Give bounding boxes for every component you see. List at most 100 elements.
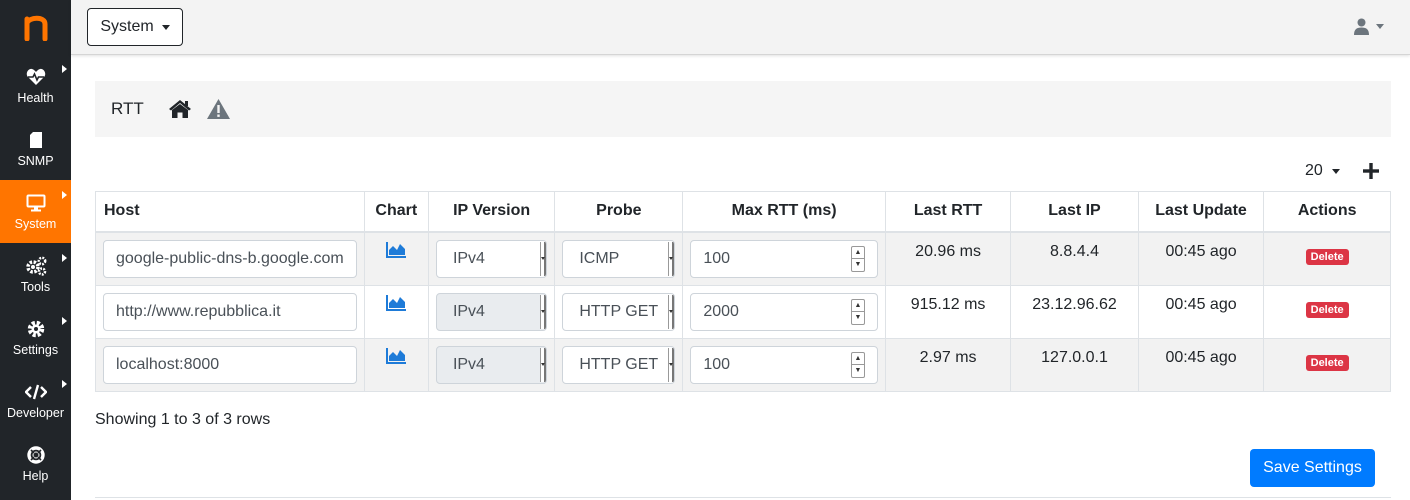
- host-cell: http://www.repubblica.it: [95, 284, 365, 339]
- max-rtt-cell: 2000 ▲ ▼: [682, 284, 886, 339]
- cogs-icon: [25, 255, 47, 277]
- ntopng-logo[interactable]: [0, 0, 71, 54]
- spin-down-icon[interactable]: ▼: [851, 311, 864, 324]
- rtt-hosts-table: Host Chart IP Version Probe Max RTT (ms)…: [95, 191, 1391, 392]
- probe-value: ICMP: [579, 249, 620, 267]
- sidebar-item-tools[interactable]: Tools: [0, 243, 71, 306]
- number-spinner[interactable]: ▲ ▼: [850, 298, 865, 325]
- last-update-cell: 00:45 ago: [1137, 284, 1265, 339]
- number-spinner[interactable]: ▲ ▼: [850, 245, 865, 272]
- last-update-cell: 00:45 ago: [1137, 337, 1265, 392]
- select-arrow-icon: [540, 241, 547, 276]
- number-spinner[interactable]: ▲ ▼: [850, 351, 865, 378]
- ip-version-select: IPv4: [435, 345, 548, 384]
- spin-up-icon[interactable]: ▲: [852, 247, 864, 259]
- ip-version-cell: IPv4: [427, 284, 556, 339]
- column-header-last-ip[interactable]: Last IP: [1010, 191, 1139, 233]
- last-update-cell: 00:45 ago: [1137, 231, 1265, 286]
- table-row: google-public-dns-b.google.com IPv4 ICMP…: [95, 231, 1391, 286]
- max-rtt-value: 100: [703, 355, 731, 373]
- code-icon: [24, 381, 47, 403]
- column-header-actions: Actions: [1263, 191, 1391, 233]
- page-size-dropdown[interactable]: 20: [1305, 162, 1340, 180]
- home-icon[interactable]: [168, 99, 192, 119]
- table-row: localhost:8000 IPv4 HTTP GET 100 ▲ ▼ 2.97 …: [95, 337, 1391, 392]
- column-header-host[interactable]: Host: [95, 191, 365, 233]
- probe-cell: ICMP: [554, 231, 684, 286]
- divider: [95, 497, 1391, 498]
- user-icon: [1354, 18, 1369, 35]
- submenu-caret-icon: [62, 65, 67, 73]
- sidebar-item-label: Developer: [7, 406, 64, 420]
- max-rtt-input[interactable]: 2000 ▲ ▼: [690, 292, 878, 331]
- delete-button[interactable]: Delete: [1305, 301, 1349, 318]
- chart-cell: [363, 284, 429, 339]
- probe-value: HTTP GET: [579, 302, 659, 320]
- sidebar-item-health[interactable]: Health: [0, 54, 71, 117]
- ip-version-select[interactable]: IPv4: [435, 239, 548, 278]
- sidebar-item-help[interactable]: Help: [0, 432, 71, 495]
- add-host-button[interactable]: [1362, 161, 1380, 181]
- save-settings-button[interactable]: Save Settings: [1250, 449, 1375, 487]
- chevron-down-icon: [161, 24, 170, 30]
- column-header-max-rtt[interactable]: Max RTT (ms): [682, 191, 886, 233]
- desktop-icon: [26, 192, 46, 214]
- top-navbar: System: [71, 0, 1410, 55]
- warning-icon[interactable]: [206, 98, 231, 120]
- heartbeat-icon: [26, 66, 46, 88]
- column-header-probe[interactable]: Probe: [554, 191, 684, 233]
- column-header-last-rtt[interactable]: Last RTT: [884, 191, 1012, 233]
- host-cell: localhost:8000: [95, 337, 365, 392]
- host-input[interactable]: google-public-dns-b.google.com: [103, 239, 357, 278]
- sidebar-item-snmp[interactable]: SNMP: [0, 117, 71, 180]
- max-rtt-value: 2000: [703, 302, 739, 320]
- spin-up-icon[interactable]: ▲: [852, 353, 864, 365]
- column-header-chart: Chart: [363, 191, 429, 233]
- max-rtt-cell: 100 ▲ ▼: [682, 231, 886, 286]
- submenu-caret-icon: [62, 317, 67, 325]
- area-chart-icon[interactable]: [385, 241, 407, 258]
- actions-cell: Delete: [1263, 231, 1391, 286]
- sidebar-item-label: SNMP: [17, 154, 54, 168]
- spin-up-icon[interactable]: ▲: [852, 300, 864, 312]
- last-ip-cell: 8.8.4.4: [1010, 231, 1139, 286]
- max-rtt-input[interactable]: 100 ▲ ▼: [690, 345, 878, 384]
- delete-button[interactable]: Delete: [1305, 354, 1349, 371]
- max-rtt-input[interactable]: 100 ▲ ▼: [690, 239, 878, 278]
- probe-select[interactable]: HTTP GET: [562, 292, 676, 331]
- ip-version-select: IPv4: [435, 292, 548, 331]
- spin-down-icon[interactable]: ▼: [851, 258, 864, 271]
- submenu-caret-icon: [62, 380, 67, 388]
- sidebar-item-label: Help: [22, 469, 49, 483]
- column-header-ip-version[interactable]: IP Version: [427, 191, 556, 233]
- ip-version-value: IPv4: [452, 249, 485, 267]
- sidebar-item-settings[interactable]: Settings: [0, 306, 71, 369]
- sidebar-item-developer[interactable]: Developer: [0, 369, 71, 432]
- user-menu-button[interactable]: [1354, 18, 1384, 35]
- last-ip-cell: 23.12.96.62: [1010, 284, 1139, 339]
- host-input[interactable]: localhost:8000: [103, 345, 357, 384]
- life-ring-icon: [26, 444, 45, 466]
- area-chart-icon[interactable]: [385, 294, 407, 311]
- column-header-last-update[interactable]: Last Update: [1137, 191, 1265, 233]
- chart-cell: [363, 231, 429, 286]
- actions-cell: Delete: [1263, 284, 1391, 339]
- max-rtt-cell: 100 ▲ ▼: [682, 337, 886, 392]
- delete-button[interactable]: Delete: [1305, 248, 1349, 265]
- sidebar-item-system[interactable]: System: [0, 180, 71, 243]
- chart-cell: [363, 337, 429, 392]
- ip-version-cell: IPv4: [427, 337, 556, 392]
- sidebar-item-label: Settings: [12, 343, 59, 357]
- area-chart-icon[interactable]: [385, 347, 407, 364]
- probe-select[interactable]: HTTP GET: [562, 345, 676, 384]
- probe-select[interactable]: ICMP: [562, 239, 676, 278]
- sidebar-item-label: Tools: [20, 280, 51, 294]
- probe-value: HTTP GET: [579, 355, 659, 373]
- host-input[interactable]: http://www.repubblica.it: [103, 292, 357, 331]
- last-rtt-cell: 2.97 ms: [884, 337, 1012, 392]
- ip-version-cell: IPv4: [427, 231, 556, 286]
- page-title: RTT: [111, 99, 144, 118]
- last-ip-cell: 127.0.0.1: [1010, 337, 1139, 392]
- spin-down-icon[interactable]: ▼: [851, 364, 864, 377]
- interface-selector-button[interactable]: System: [87, 8, 183, 46]
